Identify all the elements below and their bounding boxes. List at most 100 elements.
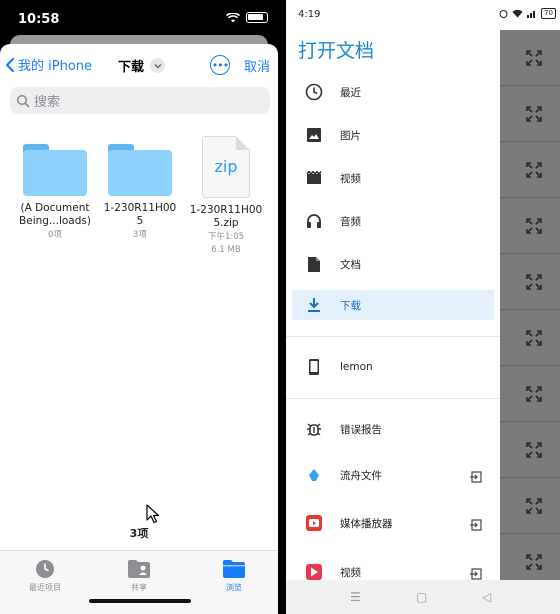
android-status-time: 4:19 — [298, 9, 321, 20]
expand-icon — [526, 218, 542, 234]
drawer-item-label: 下载 — [340, 299, 361, 312]
chevron-down-icon — [150, 58, 166, 73]
mouse-cursor-icon — [146, 504, 160, 524]
folder-icon — [23, 144, 87, 196]
ios-nav-bar: 我的 iPhone 下载 ••• 取消 — [0, 44, 278, 88]
liuzhou-app-icon — [304, 465, 324, 485]
battery-icon: 70 — [541, 8, 556, 19]
android-documents-app: 4:19 70 打开文档 最近 图片 视频 音频 文档 下载 lemon 错误报… — [286, 0, 560, 614]
folder-title-label: 下载 — [118, 60, 145, 75]
folder-icon — [108, 144, 172, 196]
background-list-row — [500, 30, 560, 86]
file-item[interactable]: 1-230R11H00 5 3项 — [95, 136, 185, 241]
drawer-item-app[interactable]: 流舟文件 — [292, 460, 494, 490]
zip-file-icon: zip — [202, 136, 250, 198]
android-nav-bar: ☰ ▢ ◁ — [286, 580, 560, 614]
screen: 10:58 我的 iPhone 下载 ••• 取消 搜索 (A Document… — [0, 0, 560, 614]
drawer-item-videos[interactable]: 视频 — [292, 163, 494, 193]
tab-browse[interactable]: 浏览 — [199, 559, 269, 593]
drawer-item-label: 图片 — [340, 129, 361, 142]
android-status-icons: 70 — [499, 8, 556, 19]
background-list-row — [500, 142, 560, 198]
search-field[interactable]: 搜索 — [10, 87, 270, 114]
clock-icon — [304, 82, 324, 102]
files-sheet: 我的 iPhone 下载 ••• 取消 搜索 (A Document Being… — [0, 44, 278, 614]
file-name: 1-230R11H00 5 — [103, 202, 177, 227]
search-placeholder: 搜索 — [34, 95, 61, 110]
back-label: 我的 iPhone — [18, 59, 93, 74]
drawer-item-downloads[interactable]: 下载 — [292, 290, 494, 320]
wifi-icon — [226, 12, 240, 22]
drawer-item-label: lemon — [340, 361, 373, 373]
expand-icon — [526, 50, 542, 66]
ios-files-app: 10:58 我的 iPhone 下载 ••• 取消 搜索 (A Document… — [0, 0, 278, 614]
search-icon — [16, 94, 30, 107]
cancel-button[interactable]: 取消 — [244, 56, 270, 75]
drawer-item-bug-report[interactable]: 错误报告 — [292, 414, 494, 444]
expand-icon — [526, 162, 542, 178]
file-name: 1-230R11H00 5.zip — [189, 204, 263, 229]
video-app-icon — [304, 562, 324, 582]
drawer-item-documents[interactable]: 文档 — [292, 249, 494, 279]
chevron-left-icon — [5, 57, 15, 72]
phone-icon — [304, 357, 324, 377]
drawer-item-label: 文档 — [340, 258, 361, 271]
item-count: 3项 — [129, 527, 149, 540]
more-options-icon[interactable]: ••• — [210, 55, 230, 75]
drawer-item-audio[interactable]: 音频 — [292, 206, 494, 236]
navigation-drawer: 打开文档 最近 图片 视频 音频 文档 下载 lemon 错误报告 流舟文件 媒… — [286, 30, 500, 580]
drawer-item-app[interactable]: 媒体播放器 — [292, 508, 494, 538]
tab-shared[interactable]: 共享 — [104, 559, 174, 593]
drawer-item-label: 错误报告 — [340, 423, 382, 436]
divider — [286, 336, 500, 337]
back-button[interactable]: 我的 iPhone — [4, 55, 92, 74]
media-player-icon — [304, 513, 324, 533]
expand-icon — [526, 330, 542, 346]
recents-nav-icon[interactable]: ☰ — [350, 590, 361, 604]
drawer-item-recent[interactable]: 最近 — [292, 77, 494, 107]
expand-icon — [526, 386, 542, 402]
document-icon — [304, 254, 324, 274]
drawer-item-label: 视频 — [340, 172, 361, 185]
file-meta: 0项 — [48, 230, 62, 240]
android-status-bar: 4:19 70 — [286, 0, 560, 30]
drawer-item-label: 音频 — [340, 215, 361, 228]
background-list-row — [500, 422, 560, 478]
expand-icon — [526, 498, 542, 514]
home-indicator — [89, 599, 191, 603]
file-item[interactable]: (A Document Being...loads) 0项 — [10, 136, 100, 241]
tab-recents[interactable]: 最近项目 — [10, 559, 80, 593]
file-meta: 下午1:05 — [207, 232, 245, 242]
drawer-item-label: 最近 — [340, 86, 361, 99]
movie-icon — [304, 168, 324, 188]
bug-icon — [304, 419, 324, 439]
open-in-icon — [470, 468, 482, 487]
folder-title[interactable]: 下载 — [118, 56, 166, 75]
shared-folder-icon — [128, 560, 150, 578]
background-list-row — [500, 254, 560, 310]
background-list-row — [500, 310, 560, 366]
wifi-icon — [512, 9, 523, 18]
clock-icon — [36, 560, 54, 578]
background-list-row — [500, 86, 560, 142]
file-name: (A Document Being...loads) — [19, 202, 91, 227]
tab-label: 共享 — [131, 583, 147, 592]
home-nav-icon[interactable]: ▢ — [416, 590, 427, 604]
file-meta: 3项 — [133, 230, 147, 240]
tab-label: 浏览 — [226, 583, 242, 592]
drawer-item-label: 媒体播放器 — [340, 517, 393, 530]
alarm-icon — [499, 10, 508, 18]
drawer-scrim[interactable] — [500, 30, 560, 590]
back-nav-icon[interactable]: ◁ — [482, 590, 491, 604]
divider — [286, 398, 500, 399]
background-list-row — [500, 478, 560, 534]
image-icon — [304, 125, 324, 145]
expand-icon — [526, 274, 542, 290]
tab-label: 最近项目 — [29, 583, 61, 592]
drawer-item-device[interactable]: lemon — [292, 352, 494, 382]
background-list-row — [500, 366, 560, 422]
drawer-item-images[interactable]: 图片 — [292, 120, 494, 150]
download-icon — [304, 295, 324, 315]
expand-icon — [526, 554, 542, 570]
file-item[interactable]: zip 1-230R11H00 5.zip 下午1:05 6.1 MB — [181, 136, 271, 256]
